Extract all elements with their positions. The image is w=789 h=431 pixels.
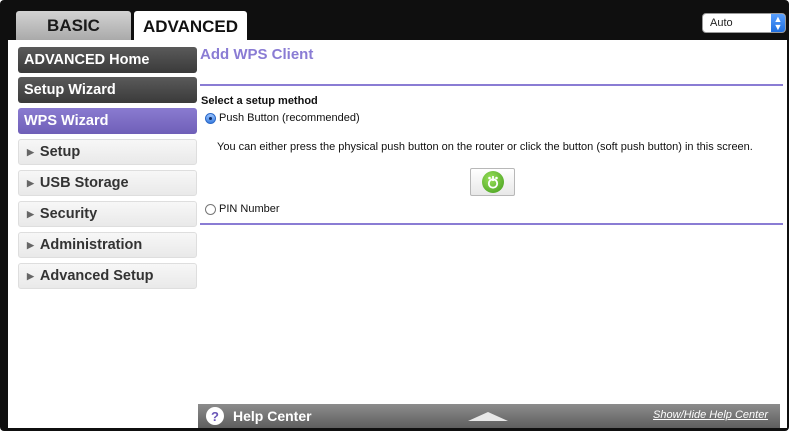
sidebar-item-label: USB Storage: [39, 175, 129, 191]
sidebar-item-label: Setup: [39, 144, 81, 160]
section-divider: [200, 223, 783, 225]
page-title: Add WPS Client: [200, 46, 314, 63]
title-divider: [200, 84, 783, 86]
sidebar-item-advanced-setup[interactable]: ▶ Advanced Setup: [18, 263, 197, 289]
push-button-option-label: Push Button (recommended): [219, 112, 360, 124]
sidebar-item-label: Advanced Setup: [39, 268, 154, 284]
setup-method-label: Select a setup method: [201, 95, 318, 107]
select-arrows-icon: ▲ ▼: [771, 14, 785, 32]
sidebar-item-wps-wizard[interactable]: WPS Wizard: [18, 108, 197, 134]
wps-icon: [481, 171, 504, 193]
tab-advanced[interactable]: ADVANCED: [134, 11, 247, 42]
push-button-description: You can either press the physical push b…: [217, 141, 753, 153]
language-select[interactable]: Auto ▲ ▼: [702, 13, 786, 33]
sidebar-item-label: Administration: [39, 237, 143, 253]
sidebar-item-security[interactable]: ▶ Security: [18, 201, 197, 227]
sidebar-item-label: Setup Wizard: [24, 82, 116, 98]
content-panel: Add WPS Client Select a setup method Pus…: [198, 40, 787, 404]
pin-number-option-label: PIN Number: [219, 203, 280, 215]
help-center-label: Help Center: [233, 408, 312, 424]
push-button-option[interactable]: Push Button (recommended): [205, 112, 360, 124]
wps-push-button[interactable]: [470, 168, 515, 196]
expand-triangle-icon: ▶: [27, 239, 34, 250]
sidebar-item-setup-wizard[interactable]: Setup Wizard: [18, 77, 197, 103]
sidebar-item-advanced-home[interactable]: ADVANCED Home: [18, 47, 197, 73]
show-hide-help-link[interactable]: Show/Hide Help Center: [653, 409, 768, 421]
tab-basic[interactable]: BASIC: [16, 11, 131, 40]
expand-triangle-icon: ▶: [27, 208, 34, 219]
pin-number-radio[interactable]: [205, 203, 216, 215]
sidebar-item-label: WPS Wizard: [24, 113, 109, 129]
expand-triangle-icon: ▶: [27, 146, 34, 157]
expand-arrow-icon[interactable]: [468, 412, 508, 421]
pin-number-option[interactable]: PIN Number: [205, 203, 280, 215]
help-question-icon[interactable]: ?: [206, 407, 224, 425]
sidebar-item-label: ADVANCED Home: [24, 52, 150, 68]
expand-triangle-icon: ▶: [27, 177, 34, 188]
expand-triangle-icon: ▶: [27, 270, 34, 281]
help-center-bar: ? Help Center Show/Hide Help Center: [198, 404, 780, 428]
sidebar-item-administration[interactable]: ▶ Administration: [18, 232, 197, 258]
push-button-radio[interactable]: [205, 112, 216, 124]
sidebar-item-usb-storage[interactable]: ▶ USB Storage: [18, 170, 197, 196]
language-select-value: Auto: [710, 17, 733, 29]
sidebar: ADVANCED Home Setup Wizard WPS Wizard ▶ …: [8, 40, 198, 428]
sidebar-item-setup[interactable]: ▶ Setup: [18, 139, 197, 165]
sidebar-item-label: Security: [39, 206, 98, 222]
